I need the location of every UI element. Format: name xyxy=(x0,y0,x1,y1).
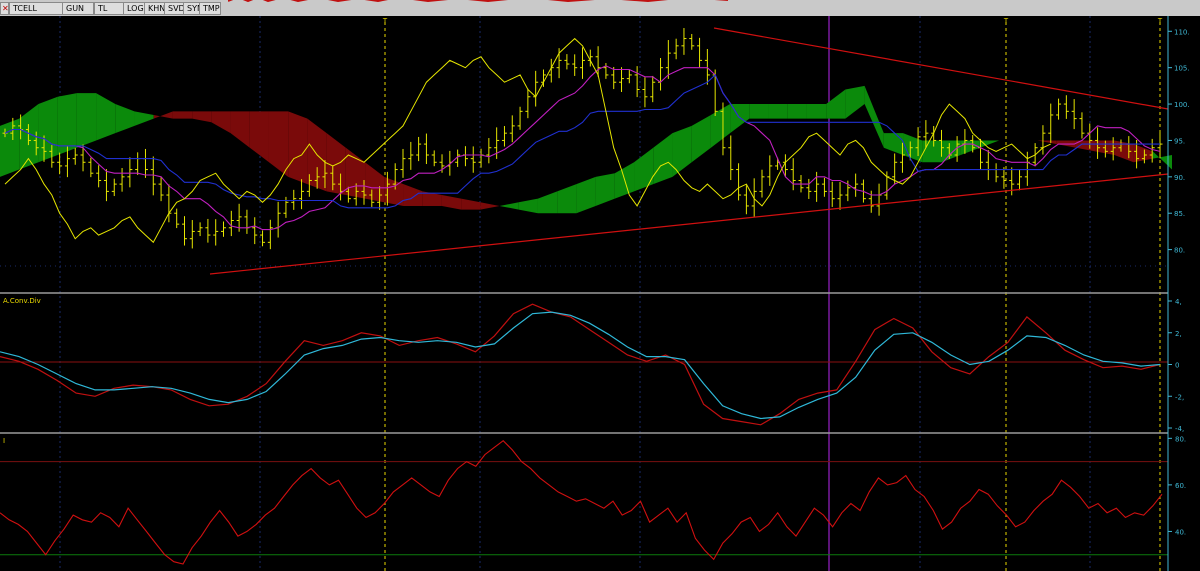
tl-button[interactable]: TL xyxy=(94,2,126,15)
close-icon[interactable]: ✕ xyxy=(0,2,9,15)
cloud-segment xyxy=(768,104,788,119)
cloud-segment xyxy=(38,96,58,163)
macd-axis-label: -2, xyxy=(1175,393,1184,401)
tmp-button[interactable]: TMP xyxy=(199,2,221,15)
cloud-segment xyxy=(806,104,827,119)
ticker-field[interactable]: TCELL xyxy=(9,2,65,15)
price-axis-label: 100. xyxy=(1174,101,1190,109)
price-axis-label: 95. xyxy=(1174,137,1185,145)
cloud-segment xyxy=(922,140,942,163)
price-axis-label: 105. xyxy=(1174,65,1190,73)
event-marker-label: T xyxy=(382,17,388,25)
macd-axis-label: 2, xyxy=(1175,330,1182,338)
chart-area: T T T A.Conv.Div I 110. 105. 100. 95. 90. 85.… xyxy=(0,16,1200,571)
rsi-axis-label: 60. xyxy=(1175,482,1186,490)
rsi-axis-label: 80. xyxy=(1175,435,1186,443)
title-scribble xyxy=(228,0,728,2)
rsi-axis-label: 40. xyxy=(1175,528,1186,536)
gun-button[interactable]: GUN xyxy=(62,2,94,15)
macd-panel-label: A.Conv.Div xyxy=(3,297,41,305)
cloud-segment xyxy=(787,104,807,119)
macd-axis-label: -4, xyxy=(1175,425,1184,433)
price-axis-label: 90. xyxy=(1174,174,1185,182)
cloud-segment xyxy=(172,111,193,119)
event-marker-label: T xyxy=(1157,17,1163,25)
macd-axis-label: 0 xyxy=(1175,362,1179,370)
cloud-segment xyxy=(288,111,308,185)
price-axis-label: 110. xyxy=(1174,28,1190,36)
cloud-segment xyxy=(76,93,97,148)
cloud-segment xyxy=(0,118,20,177)
cloud-segment xyxy=(749,104,769,119)
rsi-panel-label: I xyxy=(3,437,5,445)
event-marker-label: T xyxy=(1003,17,1009,25)
macd-axis-label: 4, xyxy=(1175,298,1182,306)
price-axis-label: 80. xyxy=(1174,247,1185,255)
toolbar: ✕ TCELL GUN TL LOG KHN SVD SYM TMP xyxy=(0,0,1200,17)
price-axis-label: 85. xyxy=(1174,210,1185,218)
